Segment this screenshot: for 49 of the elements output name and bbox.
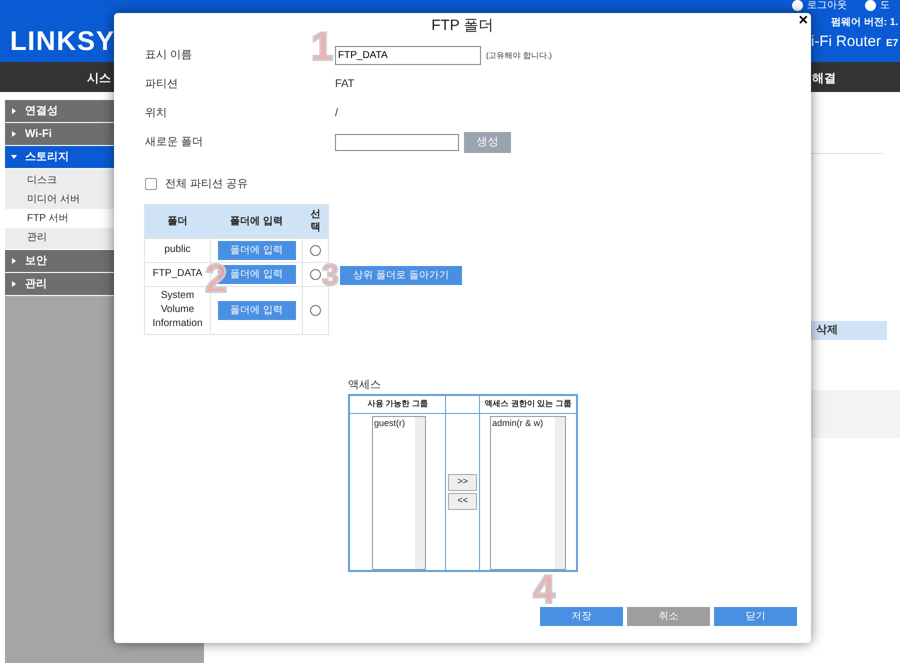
caret-icon (11, 131, 17, 137)
column-header: 폴더 (144, 204, 210, 238)
text-field[interactable]: FTP_DATA (335, 46, 481, 65)
callout-number: 1 (311, 27, 334, 67)
caret-icon (11, 258, 17, 264)
logo: LINKSY (10, 28, 116, 55)
column-header: 폴더에 입력 (210, 204, 302, 238)
nav-item[interactable]: 해결 (812, 69, 836, 87)
field-value: / (335, 106, 338, 122)
product-name: i-Fi Router (811, 32, 882, 52)
column-header: 삭제 (816, 323, 838, 338)
dialog-title: FTP 폴더 (431, 16, 494, 36)
field-label: 파티션 (145, 77, 179, 92)
top-link[interactable]: 도 (865, 0, 890, 11)
model-name: E7 (886, 37, 898, 51)
enter-folder-button[interactable]: 폴더에 입력 (218, 300, 296, 320)
dialog-button[interactable]: 닫기 (714, 607, 797, 626)
field-note: (고유해야 합니다.) (486, 50, 552, 62)
top-link[interactable]: 로그아웃 (792, 0, 847, 11)
list-item[interactable]: admin(r & w) (491, 416, 556, 430)
nav-item[interactable]: 시스 (87, 69, 111, 87)
radio-button[interactable] (310, 244, 321, 256)
radio-button[interactable] (310, 268, 321, 280)
enter-folder-button[interactable]: 폴더에 입력 (218, 240, 296, 260)
list-item[interactable]: guest(r) (373, 416, 415, 430)
caret-icon (11, 281, 17, 287)
checkbox-label: 전체 파티션 공유 (165, 177, 248, 192)
caret-icon (11, 154, 17, 160)
list-box[interactable]: guest(r) (372, 416, 426, 570)
field-label: 표시 이름 (145, 48, 194, 64)
column-header: 사용 가능한 그룹 (349, 395, 446, 413)
field-value: FAT (335, 77, 354, 92)
table-cell: public (144, 238, 210, 262)
list-box[interactable]: admin(r & w) (490, 416, 566, 570)
dialog-button[interactable]: 저장 (540, 607, 623, 626)
section-label: 액세스 (348, 378, 382, 392)
column-header: 선 택 (302, 204, 328, 238)
firmware-version: 펌웨어 버전: 1. (831, 16, 898, 30)
checkbox[interactable] (145, 178, 157, 190)
callout-number: 3 (322, 261, 339, 291)
remove-button[interactable]: << (448, 492, 478, 510)
callout-number: 4 (533, 570, 556, 610)
radio-button[interactable] (310, 304, 321, 316)
go-up-button[interactable]: 상위 폴더로 돌아가기 (340, 266, 462, 284)
field-label: 위치 (145, 106, 168, 122)
text-field[interactable] (335, 134, 459, 151)
close-button[interactable]: × (798, 13, 808, 29)
add-button[interactable]: >> (448, 474, 478, 490)
caret-icon (11, 108, 17, 114)
